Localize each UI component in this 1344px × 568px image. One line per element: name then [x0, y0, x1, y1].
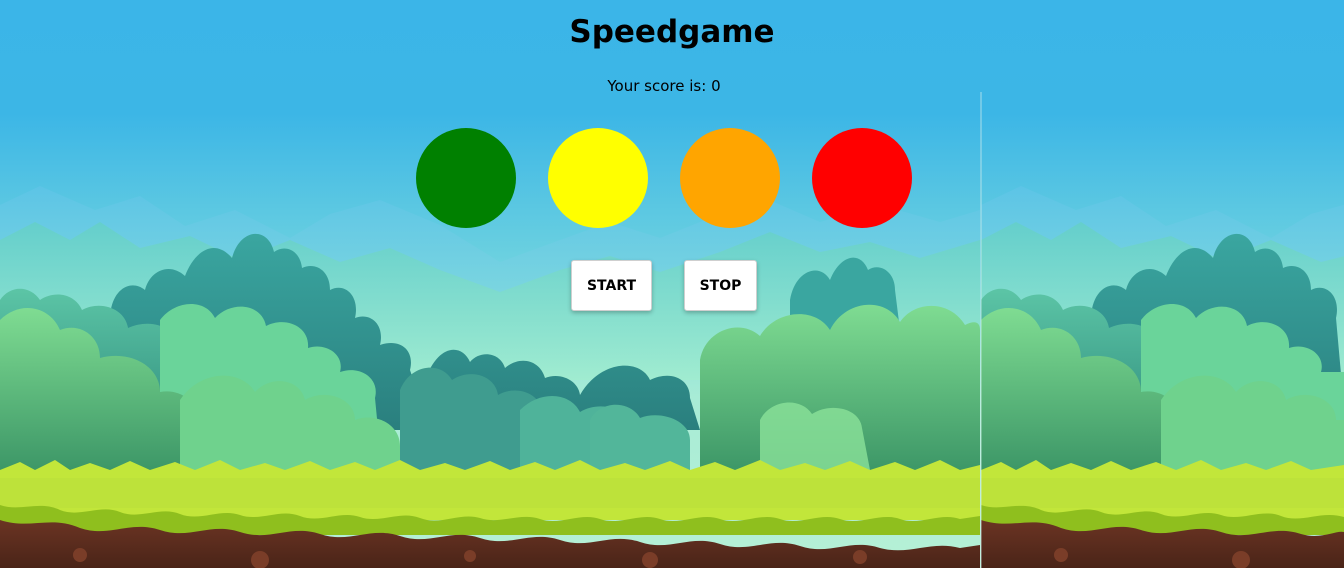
score-display: Your score is: 0 [0, 77, 1328, 95]
score-value: 0 [711, 77, 721, 95]
red-circle[interactable] [812, 128, 912, 228]
orange-circle[interactable] [680, 128, 780, 228]
stop-button[interactable]: STOP [684, 260, 757, 311]
start-button[interactable]: START [571, 260, 652, 311]
score-label: Your score is: [607, 77, 707, 95]
green-circle[interactable] [416, 128, 516, 228]
yellow-circle[interactable] [548, 128, 648, 228]
page-title: Speedgame [569, 14, 775, 50]
